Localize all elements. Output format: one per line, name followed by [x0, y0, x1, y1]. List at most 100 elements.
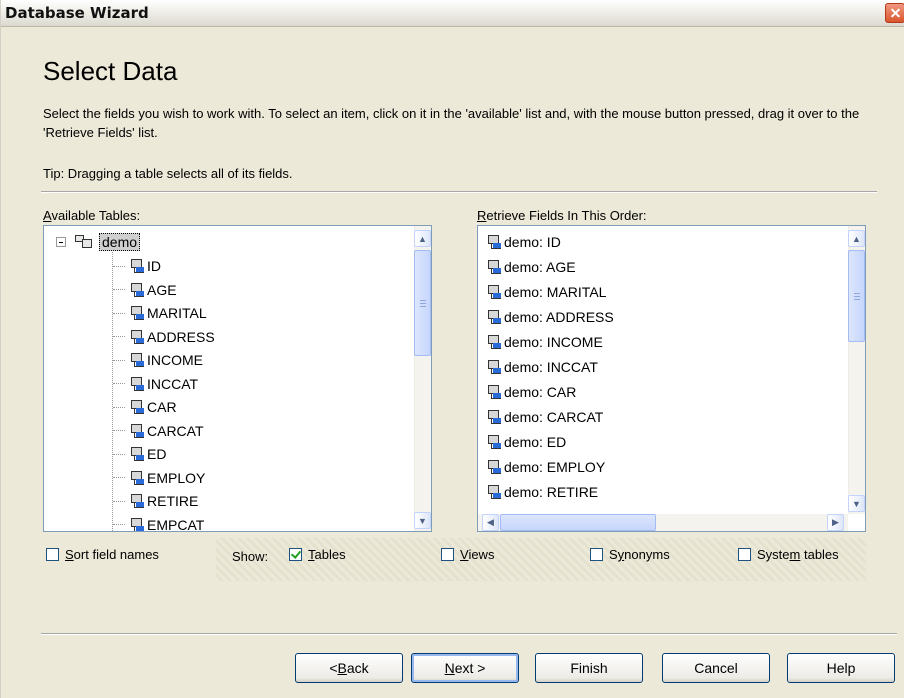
- available-field-item[interactable]: CARCAT: [113, 419, 204, 443]
- available-tables-list[interactable]: demo ID AGE MARITAL ADDRESS INCOME INCCAT CAR C…: [43, 225, 432, 532]
- finish-button[interactable]: Finish: [535, 653, 643, 683]
- retrieve-field-item[interactable]: demo: ID: [486, 230, 561, 254]
- available-field-item[interactable]: INCOME: [113, 348, 203, 372]
- checkbox[interactable]: [738, 548, 751, 561]
- window-title: Database Wizard: [5, 4, 149, 22]
- chevron-left-icon[interactable]: ◀: [482, 514, 499, 531]
- title-bar: Database Wizard: [1, 0, 904, 27]
- available-vertical-scrollbar[interactable]: ▲ ▼: [414, 226, 431, 531]
- available-field-item[interactable]: EMPCAT: [113, 513, 204, 531]
- chevron-down-icon[interactable]: ▼: [414, 512, 431, 529]
- retrieve-field-item[interactable]: demo: AGE: [486, 255, 576, 279]
- views-checkbox[interactable]: Views: [441, 547, 494, 562]
- tables-checkbox[interactable]: Tables: [289, 547, 346, 562]
- field-name: demo: ID: [504, 234, 561, 250]
- tree-connector: [113, 453, 125, 455]
- divider: [41, 191, 877, 193]
- available-field-item[interactable]: ED: [113, 442, 166, 466]
- system-tables-label: System tables: [757, 547, 839, 562]
- synonyms-checkbox[interactable]: Synonyms: [590, 547, 670, 562]
- field-name: AGE: [147, 281, 177, 298]
- field-icon: [486, 459, 501, 475]
- available-field-item[interactable]: ID: [113, 254, 161, 278]
- page-description: Select the fields you wish to work with.…: [43, 106, 860, 140]
- field-name: ID: [147, 258, 161, 274]
- chevron-up-icon[interactable]: ▲: [414, 230, 431, 247]
- show-label: Show:: [232, 549, 269, 564]
- retrieve-field-item[interactable]: demo: MARITAL: [486, 280, 606, 304]
- field-name: demo: EMPLOY: [504, 459, 606, 475]
- retrieve-fields-list[interactable]: demo: ID demo: AGE demo: MARITAL demo: ADDR…: [477, 225, 866, 532]
- scroll-thumb[interactable]: [414, 250, 431, 356]
- retrieve-field-item[interactable]: demo: INCOME: [486, 330, 603, 354]
- tree-connector: [113, 477, 125, 478]
- field-icon: [486, 334, 501, 350]
- available-field-item[interactable]: INCCAT: [113, 372, 198, 396]
- field-icon: [486, 484, 501, 500]
- tree-connector: [113, 265, 125, 267]
- scroll-thumb[interactable]: [848, 250, 865, 342]
- tables-label: Tables: [308, 547, 346, 562]
- available-field-item[interactable]: ADDRESS: [113, 325, 215, 349]
- tree-connector: [113, 406, 125, 408]
- retrieve-horizontal-scrollbar[interactable]: ◀ ▶: [478, 514, 848, 531]
- next-button[interactable]: Next >: [411, 653, 519, 683]
- retrieve-field-item[interactable]: demo: EMPLOY: [486, 455, 605, 479]
- field-icon: [129, 446, 144, 462]
- back-button[interactable]: < Back: [295, 653, 403, 683]
- field-icon: [486, 234, 501, 250]
- field-icon: [486, 309, 501, 325]
- field-icon: [129, 423, 144, 439]
- checkbox-checked[interactable]: [289, 548, 302, 561]
- field-icon: [129, 305, 144, 321]
- synonyms-label: Synonyms: [609, 547, 670, 562]
- tree-connector: [113, 383, 125, 384]
- divider: [41, 633, 897, 635]
- field-icon: [129, 399, 144, 415]
- close-icon[interactable]: [885, 3, 904, 23]
- chevron-right-icon[interactable]: ▶: [827, 514, 844, 531]
- retrieve-fields-label: Retrieve Fields In This Order:: [477, 208, 647, 223]
- field-icon: [486, 434, 501, 450]
- retrieve-field-item[interactable]: demo: ED: [486, 430, 566, 454]
- field-name: MARITAL: [147, 305, 207, 321]
- field-icon: [129, 352, 144, 368]
- checkbox[interactable]: [590, 548, 603, 561]
- retrieve-field-item[interactable]: demo: INCCAT: [486, 355, 598, 379]
- page-title: Select Data: [43, 56, 178, 86]
- tree-node-demo[interactable]: demo: [56, 230, 141, 254]
- retrieve-field-item[interactable]: demo: RETIRE: [486, 480, 598, 504]
- field-name: EMPLOY: [147, 469, 206, 486]
- available-field-item[interactable]: AGE: [113, 278, 177, 302]
- database-wizard-window: Database Wizard Select Data Select the f…: [0, 0, 904, 698]
- chevron-up-icon[interactable]: ▲: [848, 230, 865, 247]
- sort-field-names-checkbox[interactable]: Sort field names: [46, 547, 159, 562]
- cancel-button[interactable]: Cancel: [662, 653, 770, 683]
- field-name: demo: ED: [504, 434, 567, 450]
- field-name: RETIRE: [147, 493, 199, 509]
- system-tables-checkbox[interactable]: System tables: [738, 547, 839, 562]
- minus-icon[interactable]: [56, 237, 66, 247]
- available-field-item[interactable]: EMPLOY: [113, 466, 205, 490]
- h-scroll-thumb[interactable]: [500, 514, 656, 531]
- table-icon: [74, 234, 94, 250]
- checkbox[interactable]: [46, 548, 59, 561]
- field-name: demo: CARCAT: [504, 409, 604, 425]
- field-name: INCOME: [147, 352, 203, 368]
- tree-connector: [113, 430, 125, 431]
- retrieve-field-item[interactable]: demo: CARCAT: [486, 405, 603, 429]
- checkbox[interactable]: [441, 548, 454, 561]
- retrieve-field-item[interactable]: demo: ADDRESS: [486, 305, 614, 329]
- field-icon: [129, 517, 144, 531]
- retrieve-field-item[interactable]: demo: CAR: [486, 380, 576, 404]
- available-field-item[interactable]: RETIRE: [113, 489, 198, 513]
- available-field-item[interactable]: CAR: [113, 395, 177, 419]
- sort-label: Sort field names: [65, 547, 159, 562]
- field-name: demo: ADDRESS: [504, 309, 614, 325]
- field-icon: [129, 282, 144, 298]
- tree-connector: [113, 336, 125, 337]
- chevron-down-icon[interactable]: ▼: [848, 495, 865, 512]
- retrieve-vertical-scrollbar[interactable]: ▲ ▼: [848, 226, 865, 514]
- available-field-item[interactable]: MARITAL: [113, 301, 207, 325]
- help-button[interactable]: Help: [787, 653, 895, 683]
